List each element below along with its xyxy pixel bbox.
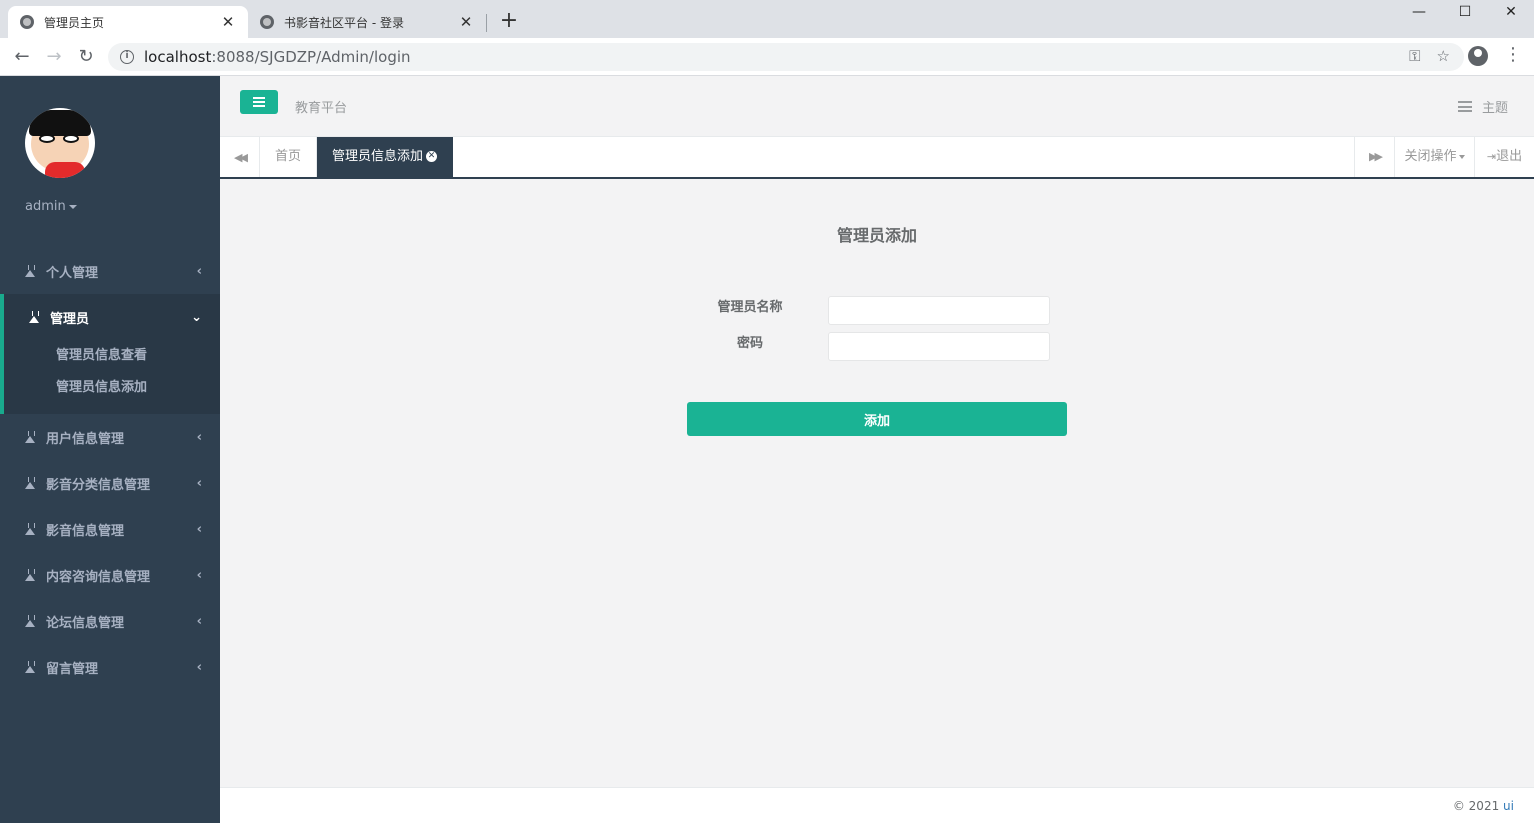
flask-icon (25, 477, 36, 489)
window-close-icon[interactable]: ✕ (1488, 0, 1534, 24)
sidebar-subitem-admin-view[interactable]: 管理员信息查看 (4, 340, 220, 372)
url-host: localhost (144, 48, 212, 66)
flask-icon (25, 523, 36, 535)
url-text: localhost:8088/SJGDZP/Admin/login (144, 48, 411, 66)
browser-tab-login[interactable]: 书影音社区平台 - 登录 ✕ (248, 6, 486, 38)
chevron-left-icon: ‹ (196, 521, 202, 537)
tab-label: 管理员信息添加 (332, 149, 424, 164)
sidebar-group-admin: 管理员 ⌄ 管理员信息查看 管理员信息添加 (0, 294, 220, 414)
close-tab-icon[interactable]: ✕ (458, 13, 474, 31)
password-label: 密码 (736, 336, 763, 351)
maximize-icon[interactable]: ☐ (1442, 0, 1488, 24)
caret-down-icon (1458, 154, 1465, 159)
url-path: :8088/SJGDZP/Admin/login (211, 48, 411, 66)
tab-home[interactable]: 首页 (260, 137, 317, 177)
brand-title: 教育平台 (295, 101, 348, 116)
sidebar-submenu-admin: 管理员信息查看 管理员信息添加 (4, 340, 220, 414)
close-operations-dropdown[interactable]: 关闭操作 (1394, 137, 1474, 177)
reload-icon[interactable]: ↻ (75, 46, 97, 68)
sign-out-icon: ⇥ (1486, 150, 1497, 163)
bookmark-star-icon[interactable]: ☆ (1437, 47, 1450, 65)
top-header: 教育平台 主题 (220, 76, 1534, 137)
browser-tab-admin-home[interactable]: 管理员主页 ✕ (8, 6, 248, 38)
tab-admin-add[interactable]: 管理员信息添加 ✕ (317, 137, 453, 177)
add-button[interactable]: 添加 (687, 402, 1067, 436)
sidebar-item-messages[interactable]: 留言管理 ‹ (0, 644, 220, 690)
user-dropdown[interactable]: admin (25, 199, 77, 214)
flask-icon (25, 661, 36, 673)
sidebar-item-label: 用户信息管理 (46, 431, 125, 447)
flask-icon (25, 265, 36, 277)
theme-button[interactable]: 主题 (1457, 97, 1508, 116)
sidebar-item-label: 内容咨询信息管理 (46, 569, 151, 585)
sidebar-subitem-admin-add[interactable]: 管理员信息添加 (4, 372, 220, 404)
caret-down-icon (68, 204, 77, 209)
copyright-text: © 2021 (1452, 799, 1500, 813)
sidebar-item-forum[interactable]: 论坛信息管理 ‹ (0, 598, 220, 644)
profile-avatar-icon[interactable] (1468, 46, 1488, 66)
sidebar-item-user-info[interactable]: 用户信息管理 ‹ (0, 414, 220, 460)
back-icon[interactable]: ← (11, 46, 33, 68)
close-tab-icon[interactable]: ✕ (220, 13, 236, 31)
username-label: admin (25, 199, 66, 214)
flask-icon (25, 615, 36, 627)
menu-toggle-button[interactable] (240, 90, 278, 114)
browser-tab-title: 书影音社区平台 - 登录 (284, 15, 404, 30)
sidebar: admin 个人管理 ‹ 管理员 ⌄ 管理员信息查看 管理员信息添加 用户信息管… (0, 76, 220, 823)
admin-name-label: 管理员名称 (717, 300, 783, 315)
avatar (25, 108, 95, 178)
forward-icon[interactable]: → (43, 46, 65, 68)
sidebar-item-label: 留言管理 (46, 661, 99, 677)
flask-icon (25, 569, 36, 581)
globe-icon (260, 15, 274, 29)
password-input[interactable] (828, 332, 1050, 361)
chevron-left-icon: ‹ (196, 429, 202, 445)
sidebar-item-label: 管理员 (50, 311, 90, 327)
minimize-icon[interactable]: — (1396, 0, 1442, 24)
url-input[interactable]: i localhost:8088/SJGDZP/Admin/login ⚿ ☆ (108, 43, 1464, 71)
copyright: © 2021 ui (1453, 799, 1514, 813)
sidebar-item-label: 个人管理 (46, 265, 99, 281)
chevron-left-icon: ‹ (196, 659, 202, 675)
chevron-down-icon: ⌄ (191, 309, 202, 325)
close-circle-icon[interactable]: ✕ (426, 151, 438, 162)
theme-icon (1457, 101, 1472, 112)
close-ops-label: 关闭操作 (1404, 149, 1457, 164)
browser-menu-icon[interactable]: ⋮ (1504, 44, 1522, 65)
footer: © 2021 ui (220, 787, 1534, 823)
logout-button[interactable]: ⇥退出 (1474, 137, 1534, 177)
chevron-left-icon: ‹ (196, 567, 202, 583)
form-title: 管理员添加 (836, 226, 917, 245)
sidebar-item-label: 论坛信息管理 (46, 615, 125, 631)
logout-label: 退出 (1496, 149, 1523, 164)
admin-name-input[interactable] (828, 296, 1050, 325)
tab-separator (486, 14, 487, 32)
chevron-left-icon: ‹ (196, 475, 202, 491)
flask-icon (29, 311, 40, 323)
new-tab-icon[interactable]: + (498, 8, 520, 33)
theme-label: 主题 (1481, 101, 1508, 116)
chevron-left-icon: ‹ (196, 263, 202, 279)
sidebar-item-media-category[interactable]: 影音分类信息管理 ‹ (0, 460, 220, 506)
sidebar-item-label: 影音分类信息管理 (46, 477, 151, 493)
site-info-icon[interactable]: i (120, 50, 134, 64)
sidebar-menu: 个人管理 ‹ 管理员 ⌄ 管理员信息查看 管理员信息添加 用户信息管理 ‹ 影音… (0, 248, 220, 690)
scroll-tabs-right-button[interactable]: ▶▶ (1354, 137, 1394, 177)
flask-icon (25, 431, 36, 443)
browser-tabstrip: 管理员主页 ✕ 书影音社区平台 - 登录 ✕ + — ☐ ✕ (0, 0, 1534, 38)
scroll-tabs-left-button[interactable]: ◀◀ (220, 137, 260, 177)
sidebar-item-personal[interactable]: 个人管理 ‹ (0, 248, 220, 294)
sidebar-item-content-inquiry[interactable]: 内容咨询信息管理 ‹ (0, 552, 220, 598)
address-bar: ← → ↻ i localhost:8088/SJGDZP/Admin/logi… (0, 38, 1534, 76)
sidebar-item-admin[interactable]: 管理员 ⌄ (4, 294, 220, 340)
globe-icon (20, 15, 34, 29)
sidebar-item-label: 影音信息管理 (46, 523, 125, 539)
main-content: 管理员添加 管理员名称 密码 添加 (220, 179, 1534, 787)
sidebar-item-media-info[interactable]: 影音信息管理 ‹ (0, 506, 220, 552)
footer-link[interactable]: ui (1503, 799, 1514, 813)
browser-tab-title: 管理员主页 (44, 15, 105, 30)
page-tabs-bar: ◀◀ 首页 管理员信息添加 ✕ ▶▶ 关闭操作 ⇥退出 (220, 137, 1534, 179)
chevron-left-icon: ‹ (196, 613, 202, 629)
key-icon[interactable]: ⚿ (1409, 47, 1420, 65)
